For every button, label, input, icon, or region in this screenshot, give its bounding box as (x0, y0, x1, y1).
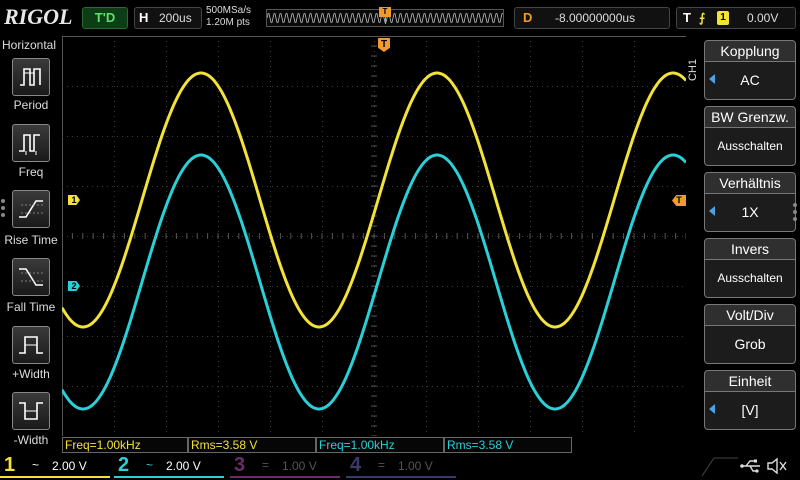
ch1-scale: 2.00 V (52, 459, 87, 473)
bw-limit-title: BW Grenzw. (704, 106, 796, 128)
positive-width-label: +Width (12, 367, 50, 381)
measurement-ch1-freq[interactable]: Freq=1.00kHz (62, 437, 188, 453)
waveform-display[interactable]: T 1 2 T (62, 36, 686, 436)
coupling-menu-item[interactable]: Kopplung AC (704, 40, 796, 102)
delay-value: -8.00000000us (555, 11, 636, 25)
ch4-coupling-icon: = (378, 458, 386, 472)
coupling-arrow-icon (709, 74, 715, 84)
ch4-number: 4 (350, 454, 362, 476)
ch3-status[interactable]: 3 = 1.00 V (230, 454, 340, 478)
bw-limit-value: Ausschalten (704, 128, 796, 166)
measurement-ch2-rms[interactable]: Rms=3.58 V (444, 437, 572, 453)
negative-width-icon (19, 402, 43, 420)
coupling-title: Kopplung (704, 40, 796, 62)
top-status-bar: RIGOL T'D H 200us 500MSa/s 1.20M pts T D… (0, 0, 800, 36)
invert-value: Ausschalten (704, 260, 796, 298)
negative-width-button[interactable] (12, 392, 50, 430)
memory-trigger-marker: T (379, 7, 391, 17)
volt-div-menu-item[interactable]: Volt/Div Grob (704, 304, 796, 366)
fall-time-icon (19, 268, 43, 286)
ch3-coupling-icon: = (262, 458, 270, 472)
rise-time-icon (19, 200, 43, 218)
right-menu-page-dots (793, 200, 799, 224)
fall-time-button[interactable] (12, 258, 50, 296)
speaker-muted-icon[interactable] (766, 457, 788, 475)
channel-menu: Kopplung AC BW Grenzw. Ausschalten Verhä… (700, 40, 800, 435)
period-icon (20, 68, 41, 86)
unit-menu-item[interactable]: Einheit [V] (704, 370, 796, 432)
delay-box[interactable]: D -8.00000000us (514, 7, 670, 29)
bw-limit-menu-item[interactable]: BW Grenzw. Ausschalten (704, 106, 796, 168)
channel-menu-tab[interactable]: CH1 (686, 40, 700, 100)
menu-page-dots (1, 196, 7, 220)
measure-menu: Horizontal Period Freq Rise Time Fall Ti… (0, 36, 62, 454)
measurement-ch1-rms[interactable]: Rms=3.58 V (188, 437, 316, 453)
ch1-coupling-icon: ~ (32, 458, 40, 472)
brand-logo: RIGOL (4, 4, 73, 29)
probe-ratio-value: 1X (704, 194, 796, 232)
unit-value: [V] (704, 392, 796, 430)
ch3-number: 3 (234, 454, 246, 476)
timebase-value: 200us (159, 11, 192, 25)
measurement-results: Freq=1.00kHz Rms=3.58 V Freq=1.00kHz Rms… (62, 437, 686, 453)
trigger-source: 1 (717, 11, 729, 25)
freq-icon (19, 134, 40, 155)
horizontal-label: H (139, 10, 149, 25)
graticule (62, 36, 686, 436)
sample-rate: 500MSa/s (206, 5, 252, 16)
positive-width-button[interactable] (12, 326, 50, 364)
ch3-scale: 1.00 V (282, 459, 317, 473)
measurement-ch2-freq[interactable]: Freq=1.00kHz (316, 437, 444, 453)
fall-time-label: Fall Time (6, 300, 56, 314)
volt-div-title: Volt/Div (704, 304, 796, 326)
trigger-level: 0.00V (747, 11, 779, 25)
positive-width-icon (19, 336, 43, 354)
ch4-scale: 1.00 V (398, 459, 433, 473)
ch2-number: 2 (118, 454, 130, 476)
bottom-corner-decoration (701, 457, 738, 477)
negative-width-label: -Width (13, 433, 49, 447)
invert-menu-item[interactable]: Invers Ausschalten (704, 238, 796, 300)
ch2-status[interactable]: 2 ~ 2.00 V (114, 454, 224, 478)
probe-ratio-arrow-icon (709, 206, 715, 216)
measure-menu-title: Horizontal (2, 38, 57, 52)
memory-depth: 1.20M pts (206, 17, 250, 28)
probe-ratio-menu-item[interactable]: Verhältnis 1X (704, 172, 796, 234)
rising-edge-icon: ⨍ (699, 11, 706, 25)
horizontal-timebase[interactable]: H 200us (134, 7, 202, 29)
channel-status-bar: 1 ~ 2.00 V 2 ~ 2.00 V 3 = 1.00 V 4 = 1.0… (0, 454, 800, 480)
trigger-label: T (683, 10, 691, 25)
usb-icon (740, 459, 760, 473)
sample-info: 500MSa/s 1.20M pts (206, 5, 264, 29)
invert-title: Invers (704, 238, 796, 260)
ch4-status[interactable]: 4 = 1.00 V (346, 454, 456, 478)
delay-label: D (523, 10, 533, 25)
freq-label: Freq (18, 165, 44, 179)
unit-arrow-icon (709, 404, 715, 414)
rise-time-button[interactable] (12, 190, 50, 228)
period-label: Period (13, 98, 49, 112)
ch1-status[interactable]: 1 ~ 2.00 V (0, 454, 110, 478)
probe-ratio-title: Verhältnis (704, 172, 796, 194)
memory-overview: T (266, 7, 504, 27)
volt-div-value: Grob (704, 326, 796, 364)
rise-time-label: Rise Time (4, 233, 58, 247)
trigger-box[interactable]: T ⨍ 1 0.00V (676, 7, 796, 29)
ch2-scale: 2.00 V (166, 459, 201, 473)
ch2-coupling-icon: ~ (146, 458, 154, 472)
trigger-status: T'D (82, 7, 128, 29)
ch1-number: 1 (4, 454, 16, 476)
freq-button[interactable] (12, 124, 50, 162)
coupling-value: AC (704, 62, 796, 100)
period-button[interactable] (12, 58, 50, 96)
unit-title: Einheit (704, 370, 796, 392)
